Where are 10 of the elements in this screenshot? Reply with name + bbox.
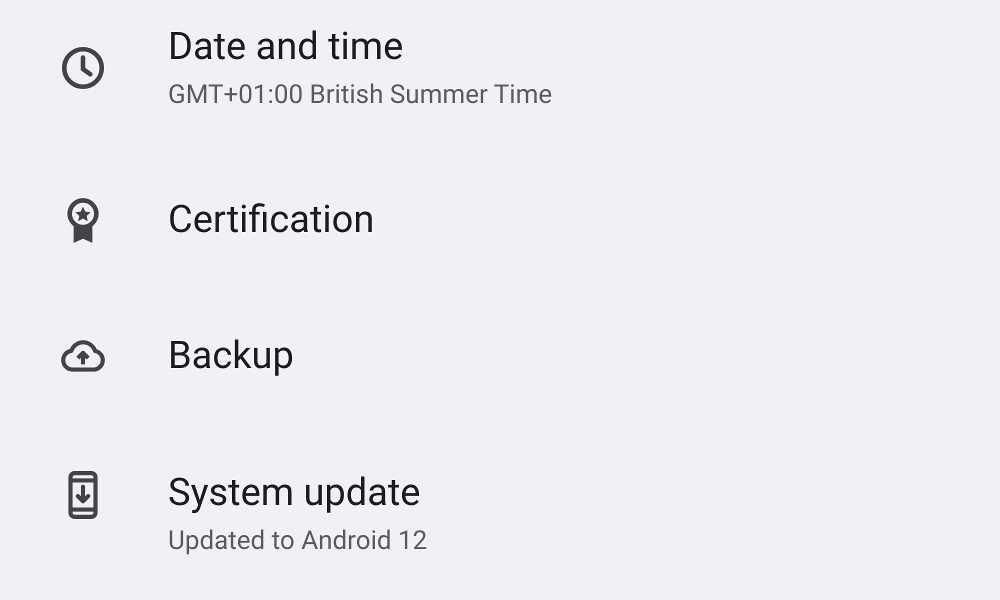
settings-item[interactable]: Certification (0, 136, 1000, 304)
settings-item[interactable]: Date and time GMT+01:00 British Summer Time (0, 0, 1000, 136)
item-title: Backup (168, 333, 294, 379)
item-subtitle: Updated to Android 12 (168, 525, 428, 558)
item-title: System update (168, 470, 422, 516)
item-subtitle: GMT+01:00 British Summer Time (168, 79, 552, 112)
settings-item[interactable]: Backup (0, 304, 1000, 408)
settings-item[interactable]: System update Updated to Android 12 (0, 408, 1000, 600)
item-title: Date and time (168, 24, 404, 70)
item-title: Certification (168, 197, 374, 243)
